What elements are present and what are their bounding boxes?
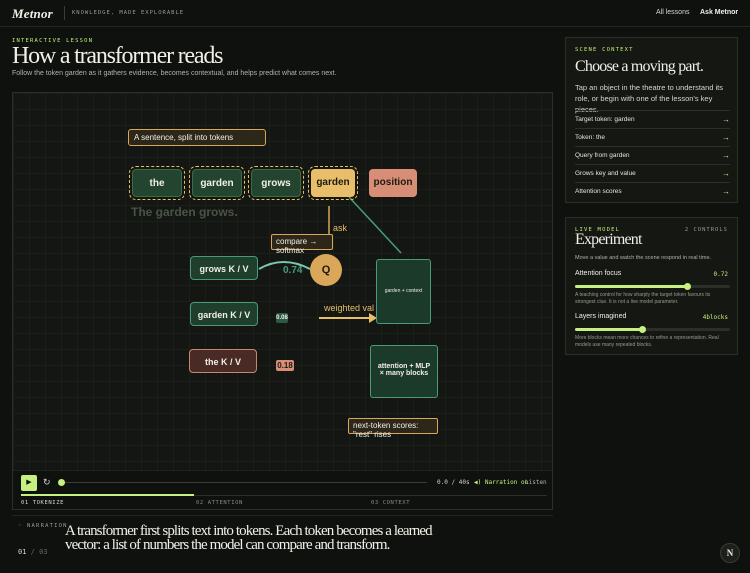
scrubber-track[interactable] xyxy=(59,482,427,483)
page-title: How a transformer reads xyxy=(12,43,224,69)
context-vector-box[interactable]: garden + context xyxy=(376,259,431,324)
experiment-desc: Move a value and watch the scene respond… xyxy=(575,255,712,261)
weighted-value-label: weighted val xyxy=(324,303,375,313)
narration-label-text: NARRATION xyxy=(27,523,68,529)
kv-the[interactable]: the K / V xyxy=(189,349,257,373)
chapter-tokenize[interactable]: 01 TOKENIZE xyxy=(21,500,64,506)
arrow-right-icon: → xyxy=(722,133,730,142)
lesson-theatre[interactable]: A sentence, split into tokens the garden… xyxy=(12,92,553,510)
arrow-right-icon: → xyxy=(722,115,730,124)
context-item-label: Query from garden xyxy=(575,152,630,159)
attention-help: A teaching control for how sharply the t… xyxy=(575,292,711,305)
controls-count: 2 CONTROLS xyxy=(684,227,728,233)
narration-toggle-label: Narration on xyxy=(484,479,529,486)
compare-softmax-label: compare → softmax xyxy=(271,234,333,255)
time-separator: / xyxy=(451,479,456,486)
experiment-panel: LIVE MODEL 2 CONTROLS Experiment Move a … xyxy=(565,217,738,355)
arrow-right-icon: → xyxy=(722,169,730,178)
tagline: KNOWLEDGE, MADE EXPLORABLE xyxy=(72,10,185,16)
chapter-attention[interactable]: 02 ATTENTION xyxy=(196,500,243,506)
token-garden[interactable]: garden xyxy=(189,166,245,200)
context-item-attention-scores[interactable]: Attention scores → xyxy=(575,182,730,200)
attention-focus-value: 0.72 xyxy=(713,271,728,278)
narration-toggle[interactable]: ◀) Narration on xyxy=(474,479,528,486)
next-token-scores: next-token scores: "rest" rises xyxy=(348,418,438,439)
layers-slider-fill xyxy=(575,328,642,331)
experiment-title: Experiment xyxy=(575,231,642,248)
attention-focus-label: Attention focus xyxy=(575,270,622,277)
context-item-grows-kv[interactable]: Grows key and value → xyxy=(575,164,730,182)
context-item-target-token[interactable]: Target token: garden → xyxy=(575,110,730,128)
narration-sep: / xyxy=(30,548,35,556)
all-lessons-link[interactable]: All lessons xyxy=(656,9,689,16)
ask-label: ask xyxy=(333,223,348,233)
narration-counter: 01 / 03 xyxy=(18,548,48,556)
attention-focus-slider[interactable] xyxy=(575,283,730,290)
layers-value: 4blocks xyxy=(702,314,728,321)
token-position[interactable]: position xyxy=(369,169,417,197)
query-node[interactable]: Q xyxy=(310,254,342,286)
logo-divider xyxy=(64,6,65,20)
player-controls: ▶ ↻ 0.0 / 40s ◀) Narration on Listen 01 … xyxy=(13,470,552,509)
time-current: 0.0 xyxy=(437,479,448,486)
chapter-context[interactable]: 03 CONTEXT xyxy=(371,500,410,506)
score-the: 0.18 xyxy=(276,360,294,371)
context-item-label: Token: the xyxy=(575,134,605,141)
scene-context-panel: SCENE CONTEXT Choose a moving part. Tap … xyxy=(565,37,738,203)
connector-lines xyxy=(258,196,402,323)
layers-slider-knob[interactable] xyxy=(638,326,646,333)
arrow-right-icon: → xyxy=(722,151,730,160)
mlp-line-1: attention + MLP xyxy=(377,363,431,370)
token-garden-target[interactable]: garden xyxy=(308,166,358,200)
mlp-blocks-box[interactable]: attention + MLP × many blocks xyxy=(370,345,438,398)
context-item-query[interactable]: Query from garden → xyxy=(575,146,730,164)
narration-text: A transformer first splits text into tok… xyxy=(65,523,433,553)
ask-metnor-link[interactable]: Ask Metnor xyxy=(700,9,738,16)
context-connector xyxy=(348,196,402,254)
narration-current: 01 xyxy=(18,548,27,556)
narration-label: ◦ NARRATION xyxy=(18,523,68,529)
narration-divider xyxy=(12,515,553,516)
speaker-icon: ◀) xyxy=(474,479,485,486)
listen-button[interactable]: Listen xyxy=(525,479,547,486)
time-total: 40s xyxy=(458,479,470,486)
context-item-label: Attention scores xyxy=(575,188,622,195)
metnor-assistant-button[interactable]: N xyxy=(720,543,740,563)
top-bar: Metnor KNOWLEDGE, MADE EXPLORABLE All le… xyxy=(0,0,750,27)
token-grows[interactable]: grows xyxy=(248,166,304,200)
replay-icon[interactable]: ↻ xyxy=(43,477,51,488)
layers-help: More blocks mean more chances to refine … xyxy=(575,335,719,348)
chapter-progress xyxy=(21,494,194,496)
ghost-sentence: The garden grows. xyxy=(131,205,238,219)
play-button[interactable]: ▶ xyxy=(21,475,37,491)
narration-total: 03 xyxy=(39,548,48,556)
logo[interactable]: Metnor xyxy=(12,6,53,22)
context-item-token-the[interactable]: Token: the → xyxy=(575,128,730,146)
arrow-right-icon: → xyxy=(722,187,730,196)
context-item-label: Target token: garden xyxy=(575,116,635,123)
time-readout: 0.0 / 40s xyxy=(437,479,470,486)
narration-icon: ◦ xyxy=(18,523,28,529)
token-the[interactable]: the xyxy=(129,166,185,200)
scrubber-knob[interactable] xyxy=(58,479,65,486)
score-garden: 0.08 xyxy=(276,313,288,323)
context-item-label: Grows key and value xyxy=(575,170,636,177)
score-grows: 0.74 xyxy=(283,265,303,276)
sentence-label: A sentence, split into tokens xyxy=(128,129,266,146)
mlp-line-2: × many blocks xyxy=(379,370,429,377)
layers-slider[interactable] xyxy=(575,326,730,333)
layers-label: Layers imagined xyxy=(575,313,627,320)
kv-garden[interactable]: garden K / V xyxy=(190,302,258,326)
kv-grows[interactable]: grows K / V xyxy=(190,256,258,280)
context-eyebrow: SCENE CONTEXT xyxy=(575,47,634,53)
page-subtitle: Follow the token garden as it gathers ev… xyxy=(12,70,337,77)
attention-slider-fill xyxy=(575,285,687,288)
context-title: Choose a moving part. xyxy=(575,58,704,75)
attention-slider-knob[interactable] xyxy=(683,283,691,290)
